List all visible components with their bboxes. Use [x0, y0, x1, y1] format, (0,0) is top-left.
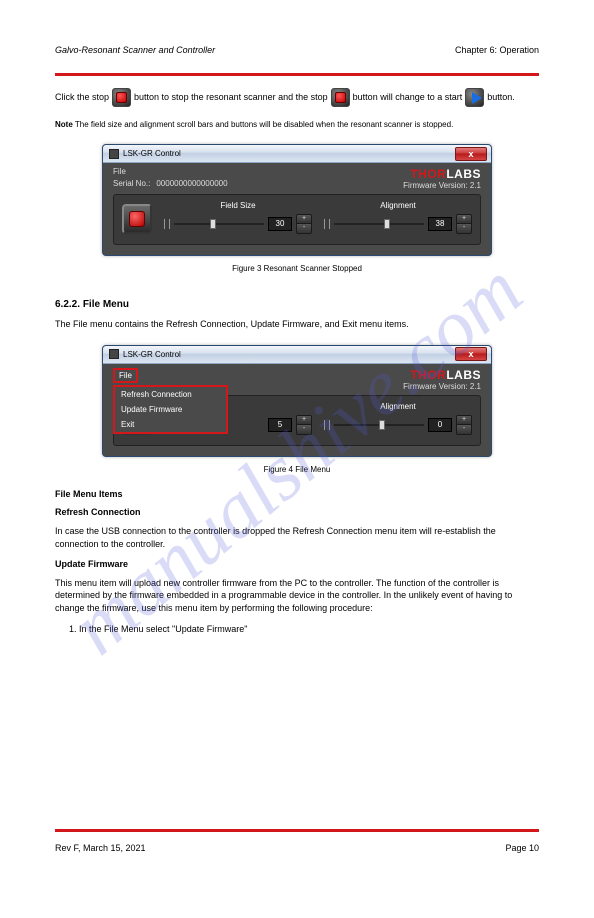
intro-line-2: change to a start button. [395, 88, 515, 107]
intro-line-1: Click the stop button to stop the resona… [55, 88, 393, 107]
field-size-spinner[interactable]: + - [296, 214, 312, 234]
update-firmware-label: Update Firmware [55, 559, 128, 569]
app-icon [109, 149, 119, 159]
update-firmware-text: This menu item will upload new controlle… [55, 577, 539, 615]
firmware-version: Firmware Version: 2.1 [403, 181, 481, 190]
plus-button[interactable]: + [457, 215, 471, 224]
menu-item-exit[interactable]: Exit [115, 417, 226, 432]
refresh-connection-text: In case the USB connection to the contro… [55, 525, 539, 550]
play-icon [465, 88, 484, 107]
alignment-slider[interactable] [334, 424, 424, 426]
header-rule [55, 73, 539, 76]
footer-revision: Rev F, March 15, 2021 [55, 843, 146, 853]
stop-icon [331, 88, 350, 107]
app-icon [109, 349, 119, 359]
field-size-value[interactable]: 5 [268, 418, 292, 432]
figure-4-caption: Figure 4 File Menu [55, 465, 539, 474]
serial-label: Serial No.: [113, 179, 150, 188]
alignment-spinner[interactable]: + - [456, 415, 472, 435]
stop-icon [112, 88, 131, 107]
file-dropdown-menu: Refresh Connection Update Firmware Exit [113, 385, 228, 434]
file-menu-text: The File menu contains the Refresh Conne… [55, 318, 539, 331]
footer-page: Page 10 [505, 843, 539, 853]
minus-button[interactable]: - [457, 224, 471, 233]
titlebar: LSK-GR Control x [103, 346, 491, 364]
file-menu[interactable]: File [113, 368, 138, 383]
lsk-gr-control-window: LSK-GR Control x File Serial No.: 000000… [102, 144, 492, 256]
brand-logo: THORLABS [410, 368, 481, 382]
file-menu-items-heading: File Menu Items [55, 489, 123, 499]
field-size-label: Field Size [220, 201, 255, 210]
figure-3-caption: Figure 3 Resonant Scanner Stopped [55, 264, 539, 273]
alignment-slider[interactable] [334, 223, 424, 225]
minus-button[interactable]: - [297, 224, 311, 233]
window-title: LSK-GR Control [123, 350, 181, 359]
plus-button[interactable]: + [457, 416, 471, 425]
note: Note The field size and alignment scroll… [55, 119, 539, 130]
file-menu[interactable]: File [113, 167, 228, 176]
menu-item-refresh-connection[interactable]: Refresh Connection [115, 387, 226, 402]
field-size-slider[interactable] [174, 223, 264, 225]
plus-button[interactable]: + [297, 416, 311, 425]
titlebar: LSK-GR Control x [103, 145, 491, 163]
refresh-connection-label: Refresh Connection [55, 507, 141, 517]
lsk-gr-control-window: LSK-GR Control x File THORLABS Firmware … [102, 345, 492, 457]
minus-button[interactable]: - [457, 425, 471, 434]
header-right: Chapter 6: Operation [455, 45, 539, 55]
minus-button[interactable]: - [297, 425, 311, 434]
close-button[interactable]: x [455, 347, 487, 361]
header-left: Galvo-Resonant Scanner and Controller [55, 45, 215, 55]
section-heading: 6.2.2. File Menu [55, 299, 539, 310]
alignment-value[interactable]: 38 [428, 217, 452, 231]
brand-logo: THORLABS [410, 167, 481, 181]
field-size-value[interactable]: 30 [268, 217, 292, 231]
alignment-spinner[interactable]: + - [456, 214, 472, 234]
footer-rule [55, 829, 539, 832]
plus-button[interactable]: + [297, 215, 311, 224]
step-1: 1. In the File Menu select "Update Firmw… [69, 623, 539, 636]
window-title: LSK-GR Control [123, 149, 181, 158]
close-button[interactable]: x [455, 147, 487, 161]
alignment-value[interactable]: 0 [428, 418, 452, 432]
serial-value: 0000000000000000 [156, 179, 227, 188]
menu-item-update-firmware[interactable]: Update Firmware [115, 402, 226, 417]
alignment-label: Alignment [380, 201, 416, 210]
firmware-version: Firmware Version: 2.1 [403, 382, 481, 391]
stop-button[interactable] [122, 204, 152, 234]
field-size-spinner[interactable]: + - [296, 415, 312, 435]
alignment-label: Alignment [380, 402, 416, 411]
